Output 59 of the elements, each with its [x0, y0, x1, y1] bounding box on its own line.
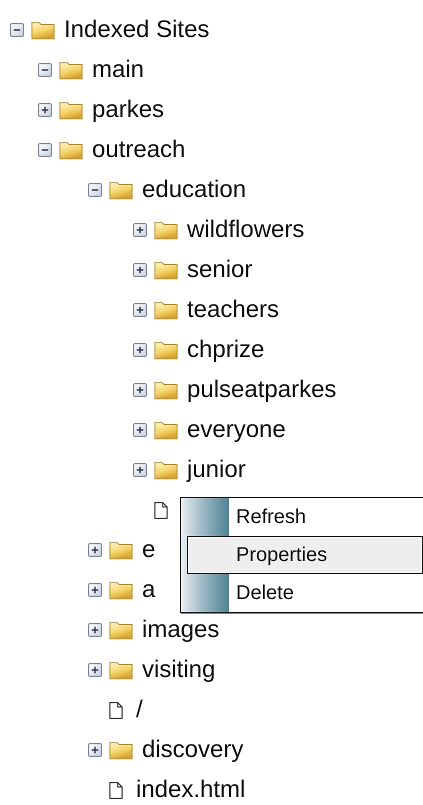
- folder-icon: [59, 140, 83, 160]
- tree-item-label[interactable]: e: [142, 538, 156, 562]
- file-icon: [109, 700, 123, 720]
- file-icon: [109, 780, 123, 800]
- tree-item-label[interactable]: everyone: [187, 418, 286, 442]
- expand-icon[interactable]: [88, 583, 102, 597]
- expand-icon[interactable]: [133, 463, 147, 477]
- folder-icon: [154, 220, 178, 240]
- tree-item-label[interactable]: parkes: [92, 98, 164, 122]
- collapse-icon[interactable]: [38, 63, 52, 77]
- folder-icon: [59, 60, 83, 80]
- expand-icon[interactable]: [133, 223, 147, 237]
- tree-item-label[interactable]: pulseatparkes: [187, 378, 336, 402]
- folder-icon: [154, 300, 178, 320]
- expand-icon[interactable]: [88, 543, 102, 557]
- tree-item-label[interactable]: Indexed Sites: [64, 18, 210, 42]
- tree-item-label[interactable]: senior: [187, 258, 252, 282]
- expand-icon[interactable]: [133, 263, 147, 277]
- tree-item-label[interactable]: images: [142, 618, 220, 642]
- expand-icon[interactable]: [133, 423, 147, 437]
- tree-item-label[interactable]: wildflowers: [187, 218, 304, 242]
- tree-item-label[interactable]: visiting: [142, 658, 216, 682]
- folder-icon: [109, 660, 133, 680]
- folder-icon: [109, 540, 133, 560]
- menu-item[interactable]: Properties: [187, 536, 423, 574]
- expand-icon[interactable]: [88, 663, 102, 677]
- folder-icon: [59, 100, 83, 120]
- collapse-icon[interactable]: [38, 143, 52, 157]
- expand-icon[interactable]: [88, 743, 102, 757]
- expand-icon[interactable]: [88, 623, 102, 637]
- file-icon: [154, 500, 168, 520]
- folder-icon: [154, 260, 178, 280]
- tree-item-label[interactable]: outreach: [92, 138, 186, 162]
- tree-item-label[interactable]: main: [92, 58, 144, 82]
- folder-icon: [154, 380, 178, 400]
- expand-icon[interactable]: [133, 303, 147, 317]
- tree-item-label[interactable]: junior: [187, 458, 246, 482]
- folder-icon: [31, 20, 55, 40]
- tree-item-label[interactable]: /: [136, 698, 143, 722]
- folder-icon: [154, 460, 178, 480]
- expand-icon[interactable]: [133, 383, 147, 397]
- tree-item-label[interactable]: a: [142, 578, 156, 602]
- tree-item-label[interactable]: index.html: [136, 778, 246, 802]
- folder-icon: [154, 420, 178, 440]
- folder-icon: [154, 340, 178, 360]
- folder-icon: [109, 740, 133, 760]
- tree-item-label[interactable]: teachers: [187, 298, 280, 322]
- folder-icon: [109, 180, 133, 200]
- folder-icon: [109, 580, 133, 600]
- menu-item[interactable]: Delete: [229, 574, 423, 612]
- expand-icon[interactable]: [38, 103, 52, 117]
- tree-item-label[interactable]: education: [142, 178, 246, 202]
- expand-icon[interactable]: [133, 343, 147, 357]
- menu-item[interactable]: Refresh: [229, 498, 423, 536]
- collapse-icon[interactable]: [10, 23, 24, 37]
- collapse-icon[interactable]: [88, 183, 102, 197]
- tree-item-label[interactable]: discovery: [142, 738, 244, 762]
- folder-icon: [109, 620, 133, 640]
- tree-item-label[interactable]: chprize: [187, 338, 264, 362]
